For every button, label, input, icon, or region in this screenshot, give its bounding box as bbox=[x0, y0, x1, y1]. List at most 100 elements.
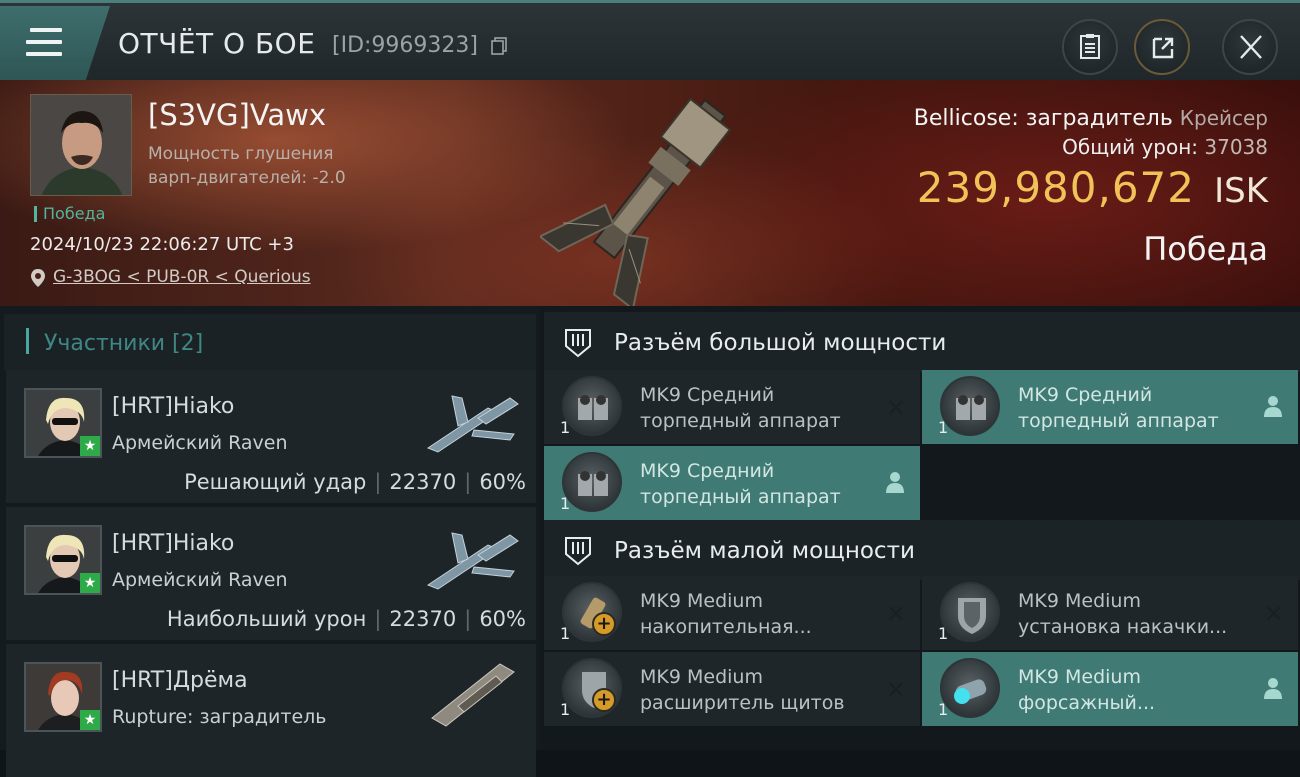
destroyed-x-icon: ✕ bbox=[885, 600, 906, 628]
module-slot[interactable]: 1 MK9 Средний торпедный аппарат ✕ bbox=[544, 370, 920, 444]
victim-ship-class: Крейсер bbox=[1179, 106, 1268, 130]
participant-avatar: ★ bbox=[24, 388, 102, 458]
module-quantity: 1 bbox=[560, 418, 571, 437]
torpedo-launcher-icon bbox=[562, 376, 622, 436]
clipboard-button[interactable] bbox=[1062, 19, 1118, 75]
torpedo-launcher-icon bbox=[940, 376, 1000, 436]
participant-percent: 60% bbox=[479, 470, 526, 494]
kill-summary: Bellicose: заградитель Крейсер Общий уро… bbox=[914, 106, 1268, 268]
module-quantity: 1 bbox=[560, 700, 571, 719]
participant-damage: 22370 bbox=[389, 470, 457, 494]
participants-title: Участники [2] bbox=[44, 331, 204, 356]
menu-icon bbox=[26, 28, 62, 64]
plus-badge-icon: + bbox=[592, 688, 616, 712]
module-name-line1: MK9 Средний bbox=[1018, 384, 1153, 406]
low-slot-icon bbox=[565, 537, 591, 566]
module-name-line1: MK9 Средний bbox=[640, 384, 775, 406]
module-slot[interactable]: 1 MK9 Medium установка накачки... ✕ bbox=[922, 576, 1298, 650]
module-name-line2: форсажный... bbox=[1018, 692, 1156, 714]
participants-header-bar bbox=[26, 328, 29, 354]
participant-ship: Rupture: заградитель bbox=[112, 706, 327, 728]
module-name: MK9 Medium установка накачки... bbox=[1018, 588, 1227, 640]
participant-avatar: ★ bbox=[24, 525, 102, 595]
victim-ship-name[interactable]: Bellicose: заградитель bbox=[914, 106, 1173, 131]
participant-ship: Армейский Raven bbox=[112, 569, 288, 591]
victim-banner: [S3VG]Vawx Мощность глушения варп-двигат… bbox=[0, 80, 1300, 306]
destroyed-x-icon: ✕ bbox=[885, 676, 906, 704]
participant-role: Наибольший урон bbox=[166, 607, 367, 631]
clipboard-icon bbox=[1080, 34, 1100, 59]
dropped-person-icon bbox=[886, 472, 904, 493]
shield-booster-icon bbox=[940, 582, 1000, 642]
report-id: [ID:9969323] bbox=[332, 33, 478, 58]
total-damage-value: 37038 bbox=[1204, 135, 1268, 159]
ship-line: Bellicose: заградитель Крейсер bbox=[914, 106, 1268, 131]
corp-star-icon: ★ bbox=[80, 710, 100, 730]
module-quantity: 1 bbox=[938, 700, 949, 719]
module-slot[interactable]: + 1 MK9 Medium расширитель щитов ✕ bbox=[544, 652, 920, 726]
module-name-line2: торпедный аппарат bbox=[640, 410, 841, 432]
shield-extender-icon bbox=[562, 658, 622, 718]
total-damage-label: Общий урон: bbox=[1062, 135, 1199, 159]
module-name: MK9 Средний торпедный аппарат bbox=[640, 382, 841, 434]
victory-tag: Победа bbox=[34, 206, 105, 222]
participant-percent: 60% bbox=[479, 607, 526, 631]
module-quantity: 1 bbox=[560, 624, 571, 643]
high-slot-header: Разъём большой мощности bbox=[544, 312, 1300, 372]
corp-star-icon: ★ bbox=[80, 436, 100, 456]
participant-stats: Решающий удар | 22370 | 60% bbox=[184, 470, 526, 494]
module-name-line1: MK9 Medium bbox=[1018, 590, 1141, 612]
module-name: MK9 Средний торпедный аппарат bbox=[1018, 382, 1219, 434]
module-name-line2: накопительная... bbox=[640, 616, 812, 638]
plus-badge-icon: + bbox=[592, 612, 616, 636]
participant-ship-image bbox=[426, 395, 519, 453]
victim-avatar[interactable] bbox=[30, 94, 132, 196]
afterburner-icon bbox=[940, 658, 1000, 718]
module-quantity: 1 bbox=[560, 494, 571, 513]
destroyed-x-icon: ✕ bbox=[885, 394, 906, 422]
victim-stat-line1: Мощность глушения bbox=[148, 144, 334, 164]
module-name-line1: MK9 Medium bbox=[1018, 666, 1141, 688]
module-slot[interactable]: + 1 MK9 Medium накопительная... ✕ bbox=[544, 576, 920, 650]
victim-stat-line2: варп-двигателей: -2.0 bbox=[148, 168, 346, 188]
high-slot-title: Разъём большой мощности bbox=[614, 330, 947, 356]
module-slot[interactable]: 1 MK9 Medium форсажный... bbox=[922, 652, 1298, 726]
copy-icon[interactable] bbox=[491, 37, 507, 55]
low-slot-title: Разъём малой мощности bbox=[614, 538, 915, 564]
module-name-line1: MK9 Средний bbox=[640, 460, 775, 482]
participant-row[interactable]: ★ [HRT]Hiako Армейский Raven Решающий уд… bbox=[6, 370, 536, 503]
participant-stats: Наибольший урон | 22370 | 60% bbox=[166, 607, 526, 631]
page-title: ОТЧЁТ О БОЕ bbox=[118, 27, 316, 60]
participants-panel: Участники [2] ★ [HRT]Hiako Армейский Rav… bbox=[0, 306, 540, 777]
module-slot[interactable]: 1 MK9 Средний торпедный аппарат bbox=[544, 446, 920, 520]
share-button[interactable] bbox=[1134, 19, 1190, 75]
participant-name[interactable]: [HRT]Hiako bbox=[112, 394, 234, 419]
location-link[interactable]: G-3BOG < PUB-0R < Querious bbox=[53, 267, 311, 287]
isk-value: 239,980,672 bbox=[916, 163, 1195, 212]
total-damage: Общий урон: 37038 bbox=[914, 135, 1268, 159]
participant-row[interactable]: ★ [HRT]Hiako Армейский Raven Наибольший … bbox=[6, 507, 536, 640]
battle-datetime: 2024/10/23 22:06:27 UTC +3 bbox=[30, 234, 294, 255]
module-name-line2: торпедный аппарат bbox=[640, 486, 841, 508]
participant-row[interactable]: ★ [HRT]Дрёма Rupture: заградитель bbox=[6, 644, 536, 777]
top-bar: ОТЧЁТ О БОЕ [ID:9969323] bbox=[0, 0, 1300, 80]
isk-line: 239,980,672 ISK bbox=[914, 163, 1268, 212]
participant-name[interactable]: [HRT]Hiako bbox=[112, 531, 234, 556]
close-button[interactable] bbox=[1222, 19, 1278, 75]
location-pin-icon bbox=[31, 269, 45, 287]
fitting-panel: Разъём большой мощности 1 MK9 Средний то… bbox=[540, 306, 1300, 750]
victim-name[interactable]: [S3VG]Vawx bbox=[148, 98, 326, 132]
participant-ship-image bbox=[431, 663, 515, 727]
participants-header[interactable]: Участники [2] bbox=[4, 314, 536, 370]
participant-avatar: ★ bbox=[24, 662, 102, 732]
dropped-person-icon bbox=[1264, 678, 1282, 699]
battle-result: Победа bbox=[1143, 230, 1268, 268]
participant-name[interactable]: [HRT]Дрёма bbox=[112, 668, 248, 693]
close-icon bbox=[1240, 35, 1262, 59]
menu-button[interactable] bbox=[0, 6, 110, 80]
victim-ship-image bbox=[540, 97, 732, 306]
participant-role: Решающий удар bbox=[184, 470, 367, 494]
participant-damage: 22370 bbox=[389, 607, 457, 631]
module-name-line1: MK9 Medium bbox=[640, 666, 763, 688]
module-slot[interactable]: 1 MK9 Средний торпедный аппарат bbox=[922, 370, 1298, 444]
